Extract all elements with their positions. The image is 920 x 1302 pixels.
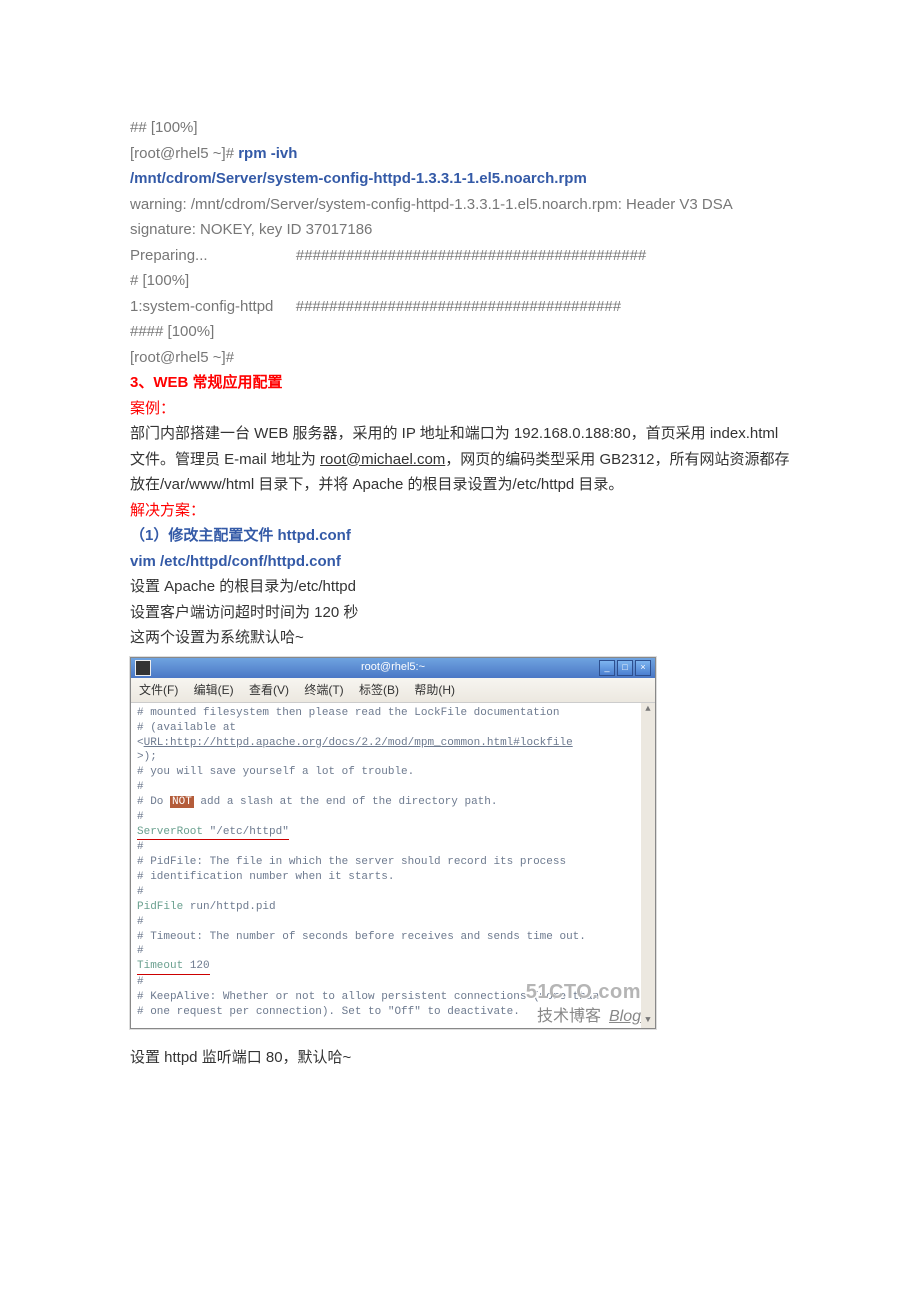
window-buttons: _ □ × (599, 660, 651, 676)
term-highlight: NOT (170, 796, 194, 808)
section-heading: 3、WEB 常规应用配置 (130, 370, 790, 396)
solution-label: 解决方案： (130, 498, 790, 524)
term-line: # (137, 944, 635, 959)
scroll-up-icon[interactable]: ▲ (641, 703, 655, 717)
prompt: [root@rhel5 ~]# (130, 145, 238, 162)
output-line: ## [100%] (130, 115, 790, 141)
term-line: # Timeout: The number of seconds before … (137, 930, 635, 945)
output-line: # [100%] (130, 268, 790, 294)
term-line: # (137, 840, 635, 855)
output-hashes: ########################################… (296, 247, 646, 264)
term-line: # (137, 810, 635, 825)
step1-desc-line: 设置客户端访问超时时间为 120 秒 (130, 600, 790, 626)
term-line: # (available at <URL:http://httpd.apache… (137, 721, 635, 751)
menu-help[interactable]: 帮助(H) (414, 683, 455, 697)
minimize-button[interactable]: _ (599, 660, 615, 676)
term-line: Timeout 120 (137, 959, 635, 975)
command-path: /mnt/cdrom/Server/system-config-httpd-1.… (130, 166, 790, 192)
directive-name: ServerRoot (137, 826, 210, 838)
window-titlebar: root@rhel5:~ _ □ × (131, 658, 655, 678)
menu-edit[interactable]: 编辑(E) (194, 683, 234, 697)
menu-view[interactable]: 查看(V) (249, 683, 289, 697)
watermark-domain: 51CTO.com (526, 979, 641, 1006)
menu-terminal[interactable]: 终端(T) (304, 683, 343, 697)
case-description: 部门内部搭建一台 WEB 服务器，采用的 IP 地址和端口为 192.168.0… (130, 421, 790, 498)
output-line: #### [100%] (130, 319, 790, 345)
menu-file[interactable]: 文件(F) (139, 683, 178, 697)
term-line: # (137, 780, 635, 795)
output-line: 1:system-config-httpd ##################… (130, 294, 790, 320)
output-line: [root@rhel5 ~]# (130, 345, 790, 371)
term-line: # Do NOT add a slash at the end of the d… (137, 795, 635, 810)
watermark-cn: 技术博客 (537, 1008, 601, 1025)
output-line: warning: /mnt/cdrom/Server/system-config… (130, 192, 790, 243)
term-line: # (137, 915, 635, 930)
terminal-body[interactable]: ▲ ▼ # mounted filesystem then please rea… (131, 703, 655, 1028)
term-line: # (137, 885, 635, 900)
term-text: add a slash at the end of the directory … (194, 796, 498, 808)
step1-desc-line: 这两个设置为系统默认哈~ (130, 625, 790, 651)
menubar: 文件(F) 编辑(E) 查看(V) 终端(T) 标签(B) 帮助(H) (131, 678, 655, 703)
maximize-button[interactable]: □ (617, 660, 633, 676)
directive-name: Timeout (137, 960, 190, 972)
close-button[interactable]: × (635, 660, 651, 676)
term-line: >); (137, 750, 635, 765)
window-icon (135, 660, 151, 676)
watermark: 51CTO.com 技术博客 Blog (526, 979, 641, 1028)
case-label: 案例： (130, 396, 790, 422)
window-title: root@rhel5:~ (361, 658, 425, 677)
document-content: ## [100%] [root@rhel5 ~]# rpm -ivh /mnt/… (0, 0, 920, 1130)
output-hashes: ####################################### (296, 298, 621, 315)
output-label: Preparing... (130, 247, 208, 264)
scroll-down-icon[interactable]: ▼ (641, 1014, 655, 1028)
directive-value: 120 (190, 960, 210, 972)
terminal-window: root@rhel5:~ _ □ × 文件(F) 编辑(E) 查看(V) 终端(… (130, 657, 656, 1029)
step1-desc-line: 设置 Apache 的根目录为/etc/httpd (130, 574, 790, 600)
output-label: 1:system-config-httpd (130, 298, 273, 315)
output-line: [root@rhel5 ~]# rpm -ivh (130, 141, 790, 167)
term-line: # PidFile: The file in which the server … (137, 855, 635, 870)
watermark-blog: Blog (609, 1008, 641, 1025)
term-line: # mounted filesystem then please read th… (137, 706, 635, 721)
term-url: URL:http://httpd.apache.org/docs/2.2/mod… (144, 737, 573, 749)
command-text: rpm -ivh (238, 145, 297, 162)
email-link[interactable]: root@michael.com (320, 451, 445, 468)
watermark-bottom: 技术博客 Blog (526, 1006, 641, 1028)
menu-tabs[interactable]: 标签(B) (359, 683, 399, 697)
step1-label: （1）修改主配置文件 httpd.conf (130, 523, 790, 549)
output-line: Preparing... ###########################… (130, 243, 790, 269)
term-line: # identification number when it starts. (137, 870, 635, 885)
directive-value: "/etc/httpd" (210, 826, 289, 838)
post-terminal-line: 设置 httpd 监听端口 80，默认哈~ (130, 1045, 790, 1071)
term-line: # you will save yourself a lot of troubl… (137, 765, 635, 780)
step1-command: vim /etc/httpd/conf/httpd.conf (130, 549, 790, 575)
term-line: PidFile run/httpd.pid (137, 900, 635, 915)
directive-value: run/httpd.pid (190, 901, 276, 913)
term-text: # Do (137, 796, 170, 808)
directive-name: PidFile (137, 901, 190, 913)
term-line: ServerRoot "/etc/httpd" (137, 825, 635, 841)
